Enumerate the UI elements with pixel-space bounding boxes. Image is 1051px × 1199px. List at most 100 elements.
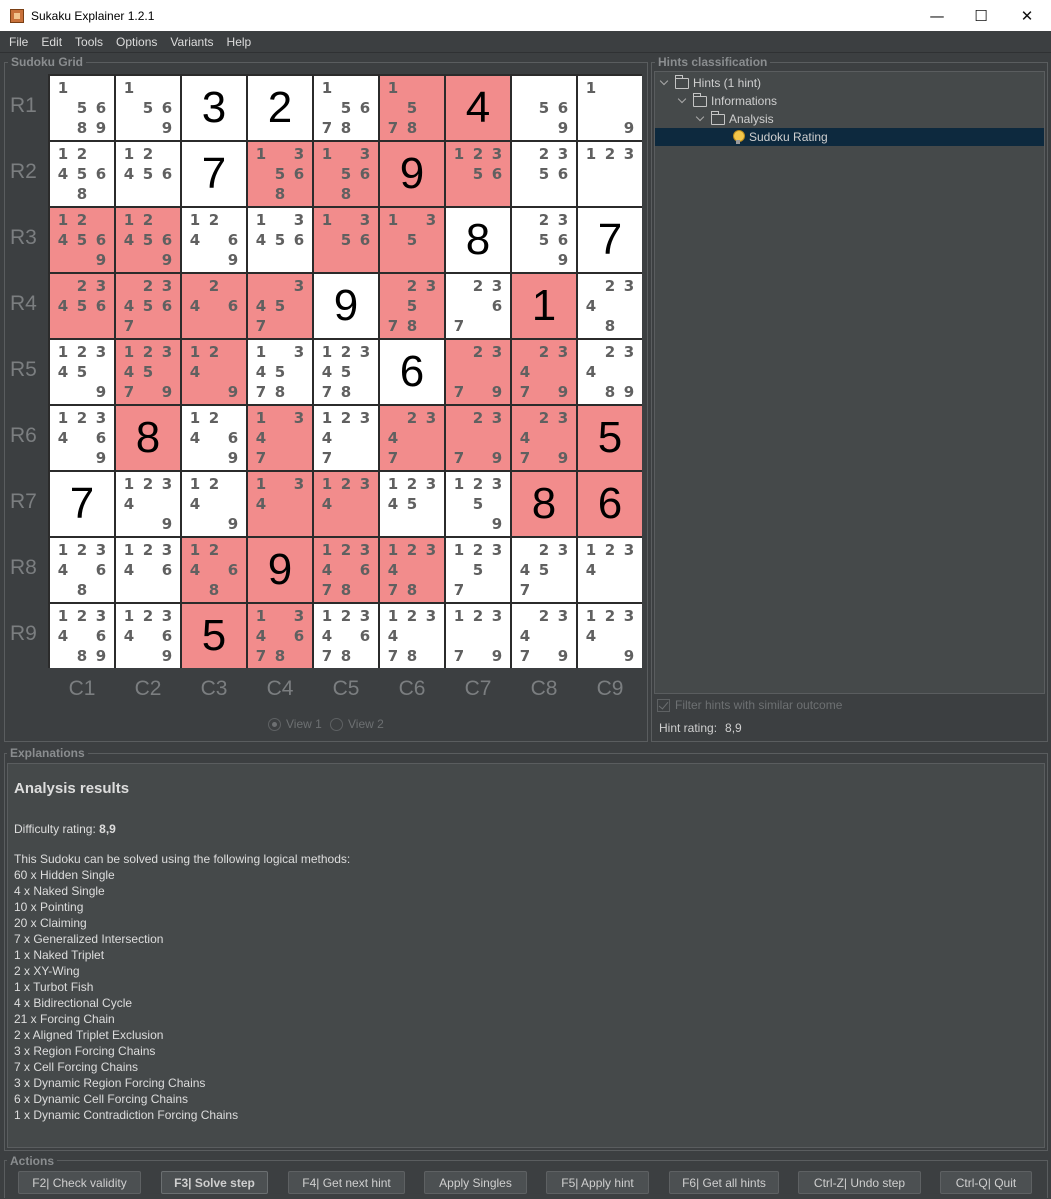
view1-option[interactable]: View 1: [268, 717, 322, 731]
grid-cell[interactable]: 12359: [446, 472, 510, 536]
grid-cell[interactable]: 23 4 7 9: [512, 340, 576, 404]
menu-options[interactable]: Options: [111, 35, 162, 49]
grid-cell[interactable]: 23 4 7: [380, 406, 444, 470]
grid-cell[interactable]: 123 4 9: [578, 604, 642, 668]
grid-cell[interactable]: 24 6: [182, 274, 246, 338]
minimize-button[interactable]: —: [914, 0, 960, 31]
grid-cell[interactable]: 1578: [380, 76, 444, 140]
menu-file[interactable]: File: [4, 35, 33, 49]
filter-hints-checkbox[interactable]: Filter hints with similar outcome: [657, 696, 842, 714]
grid-cell[interactable]: 123 4 78: [380, 604, 444, 668]
menu-variants[interactable]: Variants: [165, 35, 218, 49]
grid-cell[interactable]: 23 6 7: [446, 274, 510, 338]
grid-cell[interactable]: 7: [578, 208, 642, 272]
grid-cell[interactable]: 1 3568: [248, 142, 312, 206]
grid-cell[interactable]: 2356 9: [512, 208, 576, 272]
menu-help[interactable]: Help: [222, 35, 257, 49]
grid-cell[interactable]: 3: [182, 76, 246, 140]
grid-cell[interactable]: 23 456: [50, 274, 114, 338]
grid-cell[interactable]: 1569: [116, 76, 180, 140]
get-next-hint-button[interactable]: F4| Get next hint: [288, 1171, 405, 1194]
grid-cell[interactable]: 123 459: [50, 340, 114, 404]
grid-cell[interactable]: 1 3 456: [248, 208, 312, 272]
checkbox-checked-icon[interactable]: [657, 698, 670, 712]
grid-cell[interactable]: 123 4 78: [380, 538, 444, 602]
quit-button[interactable]: Ctrl-Q| Quit: [940, 1171, 1032, 1194]
grid-cell[interactable]: 123 4: [578, 538, 642, 602]
close-button[interactable]: ✕: [1004, 0, 1050, 31]
grid-cell[interactable]: 56 9: [512, 76, 576, 140]
grid-cell[interactable]: 3 457: [248, 274, 312, 338]
grid-cell[interactable]: 123 7 9: [446, 604, 510, 668]
grid-cell[interactable]: 23 48: [578, 274, 642, 338]
grid-cell[interactable]: 123 4578: [314, 340, 378, 404]
grid-cell[interactable]: 123 45: [380, 472, 444, 536]
grid-cell[interactable]: 8: [446, 208, 510, 272]
grid-cell[interactable]: 12357: [446, 538, 510, 602]
grid-cell[interactable]: 123 4: [314, 472, 378, 536]
get-all-hints-button[interactable]: F6| Get all hints: [669, 1171, 779, 1194]
view1-radio[interactable]: [268, 717, 281, 731]
grid-cell[interactable]: 6: [578, 472, 642, 536]
grid-cell[interactable]: 12456 9: [50, 208, 114, 272]
grid-cell[interactable]: 123 4 689: [50, 604, 114, 668]
grid-cell[interactable]: 23 457: [512, 538, 576, 602]
grid-cell[interactable]: 12456 9: [116, 208, 180, 272]
grid-cell[interactable]: 123 4 6 78: [314, 604, 378, 668]
grid-cell[interactable]: 23 7 9: [446, 340, 510, 404]
grid-cell[interactable]: 124568: [50, 142, 114, 206]
chevron-down-icon[interactable]: [677, 96, 687, 106]
grid-cell[interactable]: 15689: [50, 76, 114, 140]
grid-cell[interactable]: 7: [50, 472, 114, 536]
view2-radio[interactable]: [330, 717, 343, 731]
grid-cell[interactable]: 123 4 6 9: [116, 604, 180, 668]
grid-cell[interactable]: 124 68: [182, 538, 246, 602]
grid-cell[interactable]: 123 4 9: [116, 472, 180, 536]
grid-cell[interactable]: 23 489: [578, 340, 642, 404]
grid-cell[interactable]: 123 4 6 9: [50, 406, 114, 470]
chevron-down-icon[interactable]: [659, 78, 669, 88]
grid-cell[interactable]: 123 457 9: [116, 340, 180, 404]
grid-cell[interactable]: 124 6 9: [182, 208, 246, 272]
grid-cell[interactable]: 23578: [380, 274, 444, 338]
grid-cell[interactable]: 12456: [116, 142, 180, 206]
solve-step-button[interactable]: F3| Solve step: [161, 1171, 268, 1194]
grid-cell[interactable]: 23 7 9: [446, 406, 510, 470]
grid-cell[interactable]: 5: [182, 604, 246, 668]
grid-cell[interactable]: 123 4 6: [116, 538, 180, 602]
view2-option[interactable]: View 2: [330, 717, 384, 731]
grid-cell[interactable]: 123 4 68: [50, 538, 114, 602]
apply-hint-button[interactable]: F5| Apply hint: [546, 1171, 649, 1194]
grid-cell[interactable]: 124 6 9: [182, 406, 246, 470]
grid-cell[interactable]: 1 35: [380, 208, 444, 272]
grid-cell[interactable]: 9: [248, 538, 312, 602]
apply-singles-button[interactable]: Apply Singles: [424, 1171, 527, 1194]
grid-cell[interactable]: 1 3 4: [248, 472, 312, 536]
maximize-button[interactable]: ☐: [958, 0, 1004, 31]
grid-cell[interactable]: 124 9: [182, 340, 246, 404]
grid-cell[interactable]: 7: [182, 142, 246, 206]
grid-cell[interactable]: 12356: [446, 142, 510, 206]
tree-node-sudoku-rating[interactable]: Sudoku Rating: [733, 128, 828, 146]
grid-cell[interactable]: 1 3568: [314, 142, 378, 206]
grid-cell[interactable]: 123 4 6 78: [314, 538, 378, 602]
chevron-down-icon[interactable]: [695, 114, 705, 124]
grid-cell[interactable]: 19: [578, 76, 642, 140]
tree-node-hints[interactable]: Hints (1 hint): [659, 74, 761, 92]
grid-cell[interactable]: 8: [116, 406, 180, 470]
menu-edit[interactable]: Edit: [36, 35, 67, 49]
sudoku-grid[interactable]: 1568915693215678157845691912456812456713…: [48, 74, 642, 668]
grid-cell[interactable]: 6: [380, 340, 444, 404]
grid-cell[interactable]: 124 9: [182, 472, 246, 536]
tree-node-informations[interactable]: Informations: [677, 92, 777, 110]
grid-cell[interactable]: 9: [380, 142, 444, 206]
grid-cell[interactable]: 1 356: [314, 208, 378, 272]
grid-cell[interactable]: 123: [578, 142, 642, 206]
tree-node-analysis[interactable]: Analysis: [695, 110, 774, 128]
grid-cell[interactable]: 23 456 7: [116, 274, 180, 338]
grid-cell[interactable]: 23 4 7 9: [512, 406, 576, 470]
grid-cell[interactable]: 8: [512, 472, 576, 536]
grid-cell[interactable]: 23 4 7 9: [512, 604, 576, 668]
grid-cell[interactable]: 9: [314, 274, 378, 338]
grid-cell[interactable]: 123 4 7: [314, 406, 378, 470]
